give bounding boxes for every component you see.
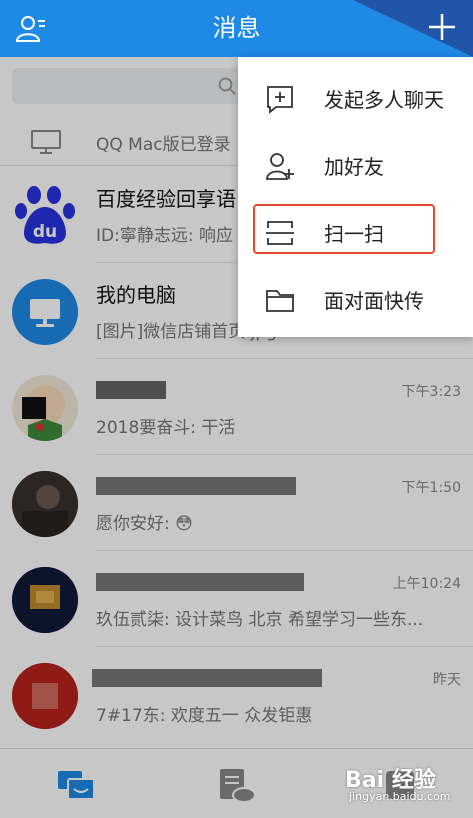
popup-menu: 发起多人聊天 加好友 扫一扫 面对面快传	[238, 57, 473, 337]
menu-item-label: 面对面快传	[324, 289, 424, 313]
baidu-watermark: Bai 经验 jingyan.baidu.com	[345, 762, 455, 808]
add-friend-icon	[266, 153, 294, 180]
header-bar: 消息	[0, 0, 473, 57]
folder-icon	[266, 290, 294, 312]
plus-icon	[429, 14, 455, 40]
page-title: 消息	[212, 14, 261, 42]
menu-item-label: 发起多人聊天	[324, 88, 444, 112]
add-chat-icon	[267, 86, 293, 114]
plus-button[interactable]	[425, 10, 459, 44]
menu-item-start-group-chat[interactable]: 发起多人聊天	[238, 65, 473, 131]
menu-item-add-friend[interactable]: 加好友	[238, 132, 473, 198]
scan-highlight-box	[253, 204, 435, 254]
menu-item-label: 加好友	[324, 155, 384, 179]
watermark-site: jingyan.baidu.com	[349, 790, 451, 803]
menu-item-face-to-face-transfer[interactable]: 面对面快传	[238, 266, 473, 332]
